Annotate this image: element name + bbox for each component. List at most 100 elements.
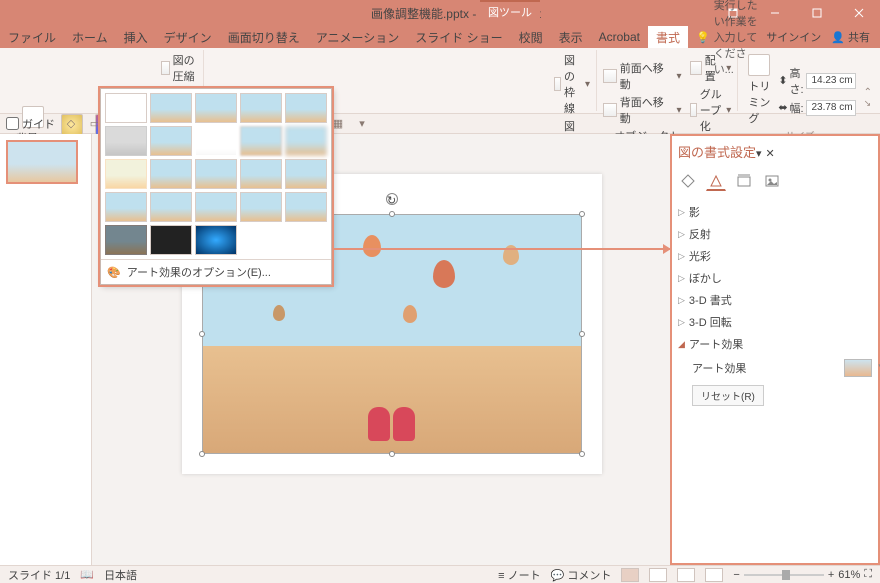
- tab-transitions[interactable]: 画面切り替え: [220, 26, 308, 48]
- fx-option[interactable]: [240, 192, 282, 222]
- width-icon: ⬌: [778, 101, 787, 114]
- group-icon: [690, 103, 697, 117]
- options-icon: 🎨: [107, 266, 121, 279]
- language-indicator[interactable]: 日本語: [104, 567, 137, 583]
- reset-button[interactable]: リセット(R): [692, 385, 764, 406]
- fx-option[interactable]: [240, 93, 282, 123]
- artistic-effects-dropdown: 🎨 アート効果のオプション(E)...: [100, 88, 332, 285]
- fx-option[interactable]: [285, 192, 327, 222]
- rotate-handle[interactable]: ↻: [386, 193, 398, 205]
- fx-option[interactable]: [240, 126, 282, 156]
- fx-option[interactable]: [195, 192, 237, 222]
- fx-option[interactable]: [150, 192, 192, 222]
- collapse-ribbon-button[interactable]: ⌃: [864, 87, 872, 98]
- zoom-slider[interactable]: [744, 574, 824, 576]
- fx-option[interactable]: [195, 159, 237, 189]
- pane-close-button[interactable]: ✕: [766, 147, 775, 160]
- guides-checkbox[interactable]: ガイド: [6, 116, 55, 132]
- bulb-icon: 💡: [696, 31, 710, 44]
- fx-option[interactable]: [105, 159, 147, 189]
- tab-acrobat[interactable]: Acrobat: [591, 26, 648, 48]
- fx-option[interactable]: [150, 225, 192, 255]
- tell-me-box[interactable]: 💡実行したい作業を入力してください...: [688, 26, 766, 48]
- shadow-expander[interactable]: ▷影: [678, 201, 872, 223]
- fit-to-window-button[interactable]: ⛶: [864, 568, 872, 581]
- compress-pictures-button[interactable]: 図の圧縮: [161, 52, 197, 84]
- tab-design[interactable]: デザイン: [156, 26, 220, 48]
- soft-edges-expander[interactable]: ▷ぼかし: [678, 267, 872, 289]
- pane-mode-tabs: [678, 171, 872, 191]
- slide-counter: スライド 1/1: [8, 567, 70, 583]
- normal-view-button[interactable]: [621, 568, 639, 582]
- fx-option[interactable]: [105, 192, 147, 222]
- glow-expander[interactable]: ▷光彩: [678, 245, 872, 267]
- fx-option[interactable]: [105, 126, 147, 156]
- reading-view-button[interactable]: [677, 568, 695, 582]
- artistic-effect-label: アート効果: [692, 360, 746, 376]
- artistic-effects-expander[interactable]: ◢アート効果: [678, 333, 872, 355]
- format-3d-expander[interactable]: ▷3-D 書式: [678, 289, 872, 311]
- tab-animations[interactable]: アニメーション: [308, 26, 408, 48]
- reflection-expander[interactable]: ▷反射: [678, 223, 872, 245]
- fx-option[interactable]: [195, 126, 237, 156]
- artistic-effects-options-item[interactable]: 🎨 アート効果のオプション(E)...: [101, 259, 331, 284]
- send-backward-button[interactable]: 背面へ移動 ▾: [603, 94, 681, 126]
- notes-button[interactable]: ≡ ノート: [498, 567, 540, 583]
- zoom-in-button[interactable]: +: [828, 569, 834, 581]
- zoom-control[interactable]: − + 61% ⛶: [733, 568, 872, 581]
- width-input[interactable]: [806, 100, 856, 116]
- fx-option[interactable]: [150, 93, 192, 123]
- pane-options-button[interactable]: ▾: [756, 147, 762, 160]
- zoom-out-button[interactable]: −: [733, 569, 739, 581]
- fx-option[interactable]: [285, 159, 327, 189]
- share-button[interactable]: 👤 共有: [831, 29, 870, 45]
- fx-option[interactable]: [150, 126, 192, 156]
- rotation-3d-expander[interactable]: ▷3-D 回転: [678, 311, 872, 333]
- fx-option[interactable]: [150, 159, 192, 189]
- fx-option[interactable]: [240, 159, 282, 189]
- height-input[interactable]: [806, 73, 856, 89]
- fx-option[interactable]: [105, 225, 147, 255]
- share-icon: 👤: [831, 32, 845, 44]
- fill-line-tab[interactable]: [678, 171, 698, 191]
- border-icon: [554, 77, 561, 91]
- spellcheck-icon[interactable]: 📖: [80, 568, 94, 581]
- slide-thumbnail-1[interactable]: [6, 140, 78, 184]
- window-title: 画像調整機能.pptx - PowerPoint: [200, 5, 712, 22]
- size-properties-tab[interactable]: [734, 171, 754, 191]
- picture-tab[interactable]: [762, 171, 782, 191]
- effects-tab[interactable]: [706, 171, 726, 191]
- tab-review[interactable]: 校閲: [511, 26, 551, 48]
- fx-option[interactable]: [195, 225, 237, 255]
- status-bar: スライド 1/1 📖 日本語 ≡ ノート 💬 コメント − + 61% ⛶: [0, 565, 880, 583]
- sorter-view-button[interactable]: [649, 568, 667, 582]
- sign-in-link[interactable]: サインイン: [766, 29, 821, 45]
- tab-format[interactable]: 書式: [648, 26, 688, 48]
- fx-none[interactable]: [105, 93, 147, 123]
- picture-border-button[interactable]: 図の枠線 ▾: [554, 52, 590, 116]
- qat-icon[interactable]: ▾: [354, 116, 370, 132]
- zoom-level[interactable]: 61%: [838, 569, 860, 581]
- fx-option[interactable]: [285, 126, 327, 156]
- comments-button[interactable]: 💬 コメント: [551, 567, 612, 583]
- maximize-button[interactable]: [796, 0, 838, 26]
- tab-home[interactable]: ホーム: [64, 26, 116, 48]
- bring-forward-button[interactable]: 前面へ移動 ▾: [603, 60, 681, 92]
- height-icon: ⬍: [778, 74, 787, 87]
- close-button[interactable]: [838, 0, 880, 26]
- size-dialog-launcher[interactable]: ↘: [864, 98, 872, 109]
- qat-icon[interactable]: ▦: [330, 116, 346, 132]
- qat-icon[interactable]: ◇: [63, 116, 79, 132]
- tab-file[interactable]: ファイル: [0, 26, 64, 48]
- align-icon: [690, 61, 702, 75]
- slideshow-view-button[interactable]: [705, 568, 723, 582]
- tab-insert[interactable]: 挿入: [116, 26, 156, 48]
- minimize-button[interactable]: [754, 0, 796, 26]
- fx-option[interactable]: [285, 93, 327, 123]
- slide-thumbnails-panel: 1: [0, 134, 92, 565]
- fx-option[interactable]: [195, 93, 237, 123]
- tab-slideshow[interactable]: スライド ショー: [407, 26, 510, 48]
- tab-view[interactable]: 表示: [551, 26, 591, 48]
- artistic-effect-picker[interactable]: [844, 359, 872, 377]
- group-button[interactable]: グループ化 ▾: [690, 86, 732, 134]
